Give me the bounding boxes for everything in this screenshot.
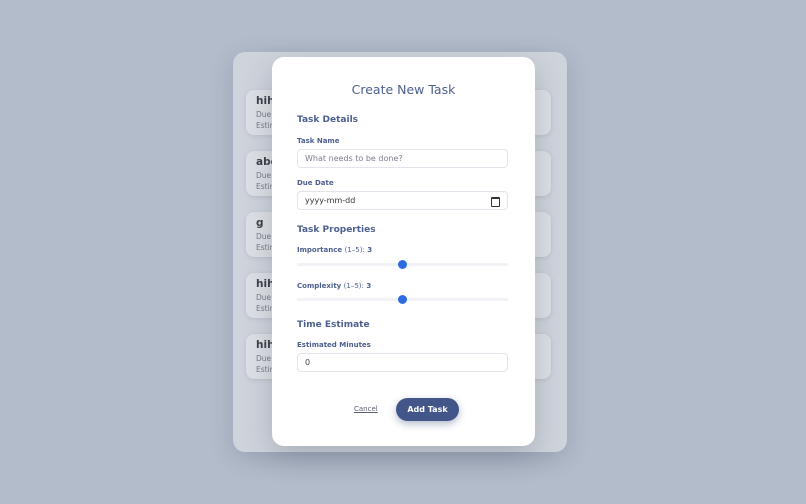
complexity-slider-thumb[interactable] xyxy=(398,295,407,304)
task-name-input[interactable] xyxy=(297,149,508,168)
complexity-slider[interactable] xyxy=(297,295,508,304)
estimated-minutes-label: Estimated Minutes xyxy=(297,341,371,349)
task-card-title: g xyxy=(256,217,264,229)
section-title-task-details: Task Details xyxy=(297,115,359,125)
due-date-placeholder: yyyy-mm-dd xyxy=(305,196,356,205)
due-date-input[interactable]: yyyy-mm-dd xyxy=(297,191,508,210)
task-card-due: Due xyxy=(256,110,272,119)
task-card-due: Due xyxy=(256,171,272,180)
importance-value: 3 xyxy=(367,246,373,254)
task-name-label: Task Name xyxy=(297,137,340,145)
importance-slider[interactable] xyxy=(297,260,508,269)
complexity-value: 3 xyxy=(366,282,372,290)
add-task-button[interactable]: Add Task xyxy=(396,398,459,421)
task-card-due: Due xyxy=(256,232,272,241)
complexity-label: Complexity (1–5): 3 xyxy=(297,282,371,290)
importance-label: Importance (1–5): 3 xyxy=(297,246,372,254)
due-date-label: Due Date xyxy=(297,179,334,187)
estimated-minutes-input[interactable] xyxy=(297,353,508,372)
cancel-button[interactable]: Cancel xyxy=(354,405,378,413)
section-title-time-estimate: Time Estimate xyxy=(297,320,370,330)
complexity-label-text: Complexity xyxy=(297,282,342,290)
modal-title: Create New Task xyxy=(351,82,456,97)
importance-slider-thumb[interactable] xyxy=(398,260,407,269)
importance-label-text: Importance xyxy=(297,246,343,254)
task-card-due: Due xyxy=(256,293,272,302)
calendar-icon[interactable] xyxy=(491,197,500,207)
task-card-due: Due xyxy=(256,354,272,363)
section-title-task-properties: Task Properties xyxy=(297,225,376,235)
importance-range-text: (1–5): xyxy=(344,246,365,254)
create-task-modal: Create New Task Task Details Task Name D… xyxy=(272,57,535,446)
complexity-range-text: (1–5): xyxy=(343,282,364,290)
